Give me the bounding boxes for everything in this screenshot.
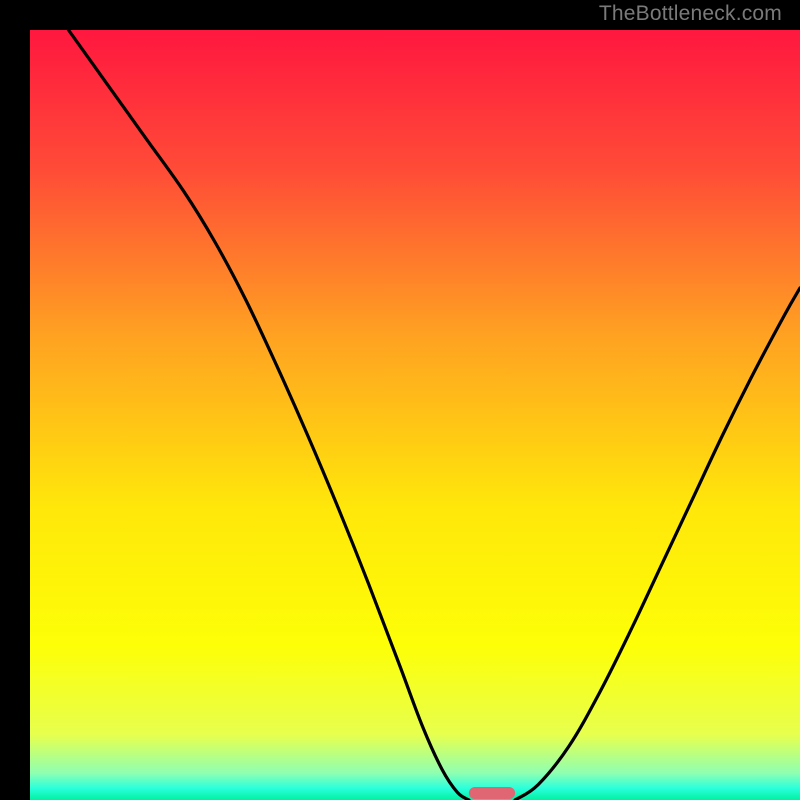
bottleneck-marker-pill — [469, 787, 515, 799]
chart-frame — [15, 15, 785, 785]
bottleneck-marker — [469, 787, 515, 799]
watermark-label: TheBottleneck.com — [599, 2, 782, 26]
chart-canvas — [30, 30, 800, 800]
gradient-background — [30, 30, 800, 800]
